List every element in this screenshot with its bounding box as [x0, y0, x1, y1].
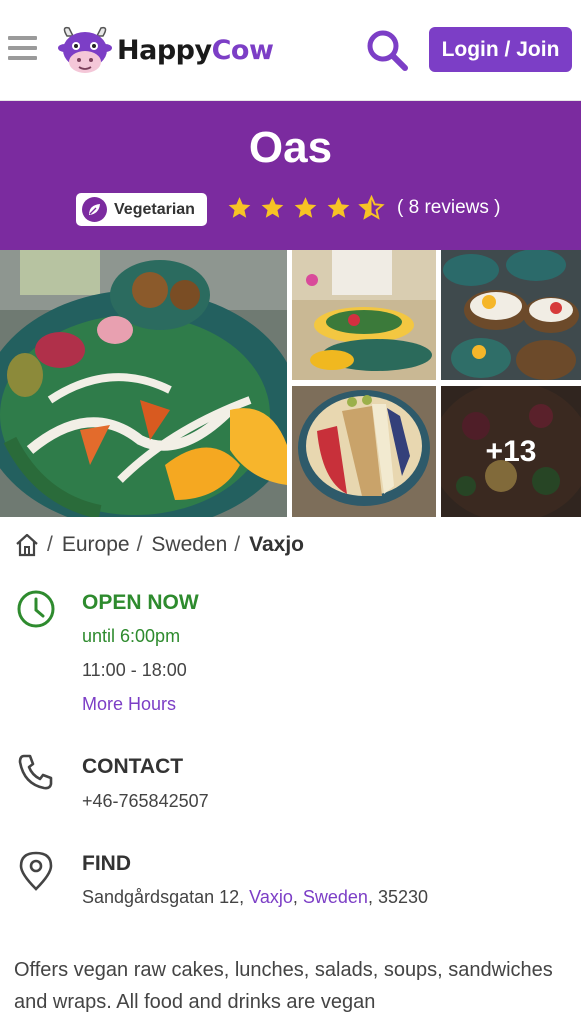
more-hours-link[interactable]: More Hours — [82, 694, 176, 715]
page-title: Oas — [248, 123, 333, 172]
breadcrumb-europe[interactable]: Europe — [62, 533, 130, 557]
open-until: until 6:00pm — [82, 626, 181, 646]
star-full-icon — [228, 197, 251, 218]
more-photos-tile[interactable]: +13 — [441, 386, 581, 517]
listing-description: Offers vegan raw cakes, lunches, salads,… — [14, 959, 553, 1013]
location-pin-icon — [16, 850, 56, 897]
star-full-icon — [294, 197, 317, 218]
breadcrumb-current: Vaxjo — [249, 533, 305, 556]
cow-mascot-icon — [58, 26, 112, 73]
address-postcode: , 35230 — [367, 887, 429, 907]
open-status: OPEN NOW — [82, 591, 199, 614]
menu-icon[interactable] — [8, 36, 37, 62]
address-street: Sandgårdsgatan 12, — [82, 887, 245, 907]
badge-label: Vegetarian — [114, 200, 195, 218]
search-icon[interactable] — [364, 27, 410, 73]
breadcrumb-separator: / — [234, 533, 241, 556]
hours-range: 11:00 - 18:00 — [82, 660, 187, 680]
address-country-link[interactable]: Sweden — [303, 887, 368, 907]
photo-thumbnail[interactable] — [292, 386, 436, 517]
address: Sandgårdsgatan 12, Vaxjo, Sweden, 35230 — [82, 887, 428, 908]
breadcrumb-separator: / — [47, 533, 53, 556]
reviews-link[interactable]: ( 8 reviews ) — [397, 197, 500, 219]
vegetarian-badge[interactable]: Vegetarian — [76, 193, 207, 226]
contact-heading: CONTACT — [82, 755, 184, 778]
address-city-link[interactable]: Vaxjo — [249, 887, 293, 907]
breadcrumb: / Europe / Sweden / Vaxjo — [14, 530, 304, 560]
breadcrumb-sweden[interactable]: Sweden — [151, 533, 227, 557]
breadcrumb-separator: / — [136, 533, 143, 556]
logo-word-happy: Happy — [117, 34, 212, 66]
find-heading: FIND — [82, 852, 131, 875]
photo-thumbnail[interactable] — [292, 250, 436, 380]
home-icon[interactable] — [14, 532, 40, 558]
site-header: HappyCow Login / Join — [0, 0, 581, 101]
logo-word-cow: Cow — [211, 34, 274, 66]
more-photos-count: +13 — [441, 386, 581, 517]
star-full-icon — [327, 197, 350, 218]
login-join-button[interactable]: Login / Join — [429, 27, 572, 72]
main-photo[interactable] — [0, 250, 287, 517]
phone-number[interactable]: +46-765842507 — [82, 791, 209, 812]
photo-thumbnail[interactable] — [441, 250, 581, 380]
clock-icon — [16, 589, 56, 634]
happycow-logo[interactable]: HappyCow — [57, 22, 274, 78]
phone-icon — [16, 752, 56, 797]
star-half-icon — [358, 195, 385, 220]
listing-title-band: Oas Vegetarian ( 8 reviews ) — [0, 101, 581, 250]
photo-gallery: +13 — [0, 250, 581, 517]
logo-wordmark: HappyCow — [117, 34, 274, 66]
rating-stars — [223, 193, 388, 223]
leaf-icon — [82, 197, 107, 222]
star-full-icon — [261, 197, 284, 218]
address-comma: , — [292, 887, 298, 907]
